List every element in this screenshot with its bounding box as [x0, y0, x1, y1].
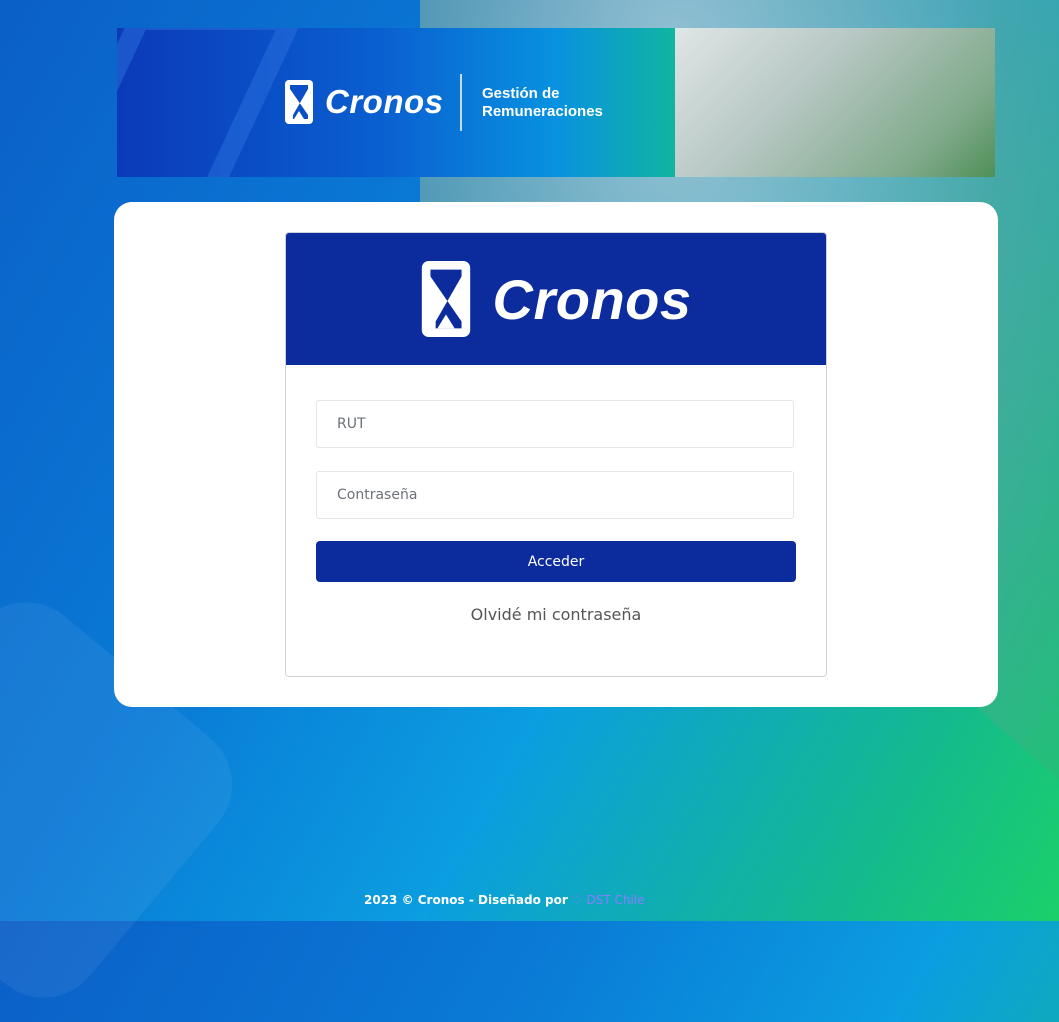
footer: 2023 © Cronos - Diseñado por ♡ DST Chile	[364, 893, 645, 907]
login-header: Cronos	[286, 233, 826, 365]
login-card: Cronos Acceder Olvidé mi contraseña	[114, 202, 998, 707]
rut-input[interactable]	[316, 400, 794, 448]
hourglass-logo-icon	[421, 261, 470, 337]
footer-brand-label: DST Chile	[586, 893, 645, 907]
banner-logo-text: Cronos	[325, 83, 444, 120]
banner-subtitle-line2: Remuneraciones	[482, 103, 603, 120]
login-form: Cronos Acceder Olvidé mi contraseña	[285, 232, 827, 677]
banner-subtitle-line1: Gestión de	[482, 85, 560, 102]
login-logo-text: Cronos	[492, 267, 692, 331]
banner-separator	[460, 74, 462, 131]
header-banner: Cronos Gestión de Remuneraciones	[117, 28, 995, 177]
password-input[interactable]	[316, 471, 794, 519]
banner-subtitle: Gestión de Remuneraciones	[482, 85, 603, 121]
footer-text: 2023 © Cronos - Diseñado por	[364, 893, 568, 907]
banner-photo	[675, 28, 995, 177]
hourglass-logo-icon	[285, 80, 313, 124]
login-button[interactable]: Acceder	[316, 541, 796, 582]
banner-decoration	[117, 28, 308, 177]
footer-brand-link[interactable]: ♡ DST Chile	[572, 893, 645, 907]
forgot-password-link[interactable]: Olvidé mi contraseña	[286, 605, 826, 624]
banner-logo: Cronos	[285, 80, 444, 124]
